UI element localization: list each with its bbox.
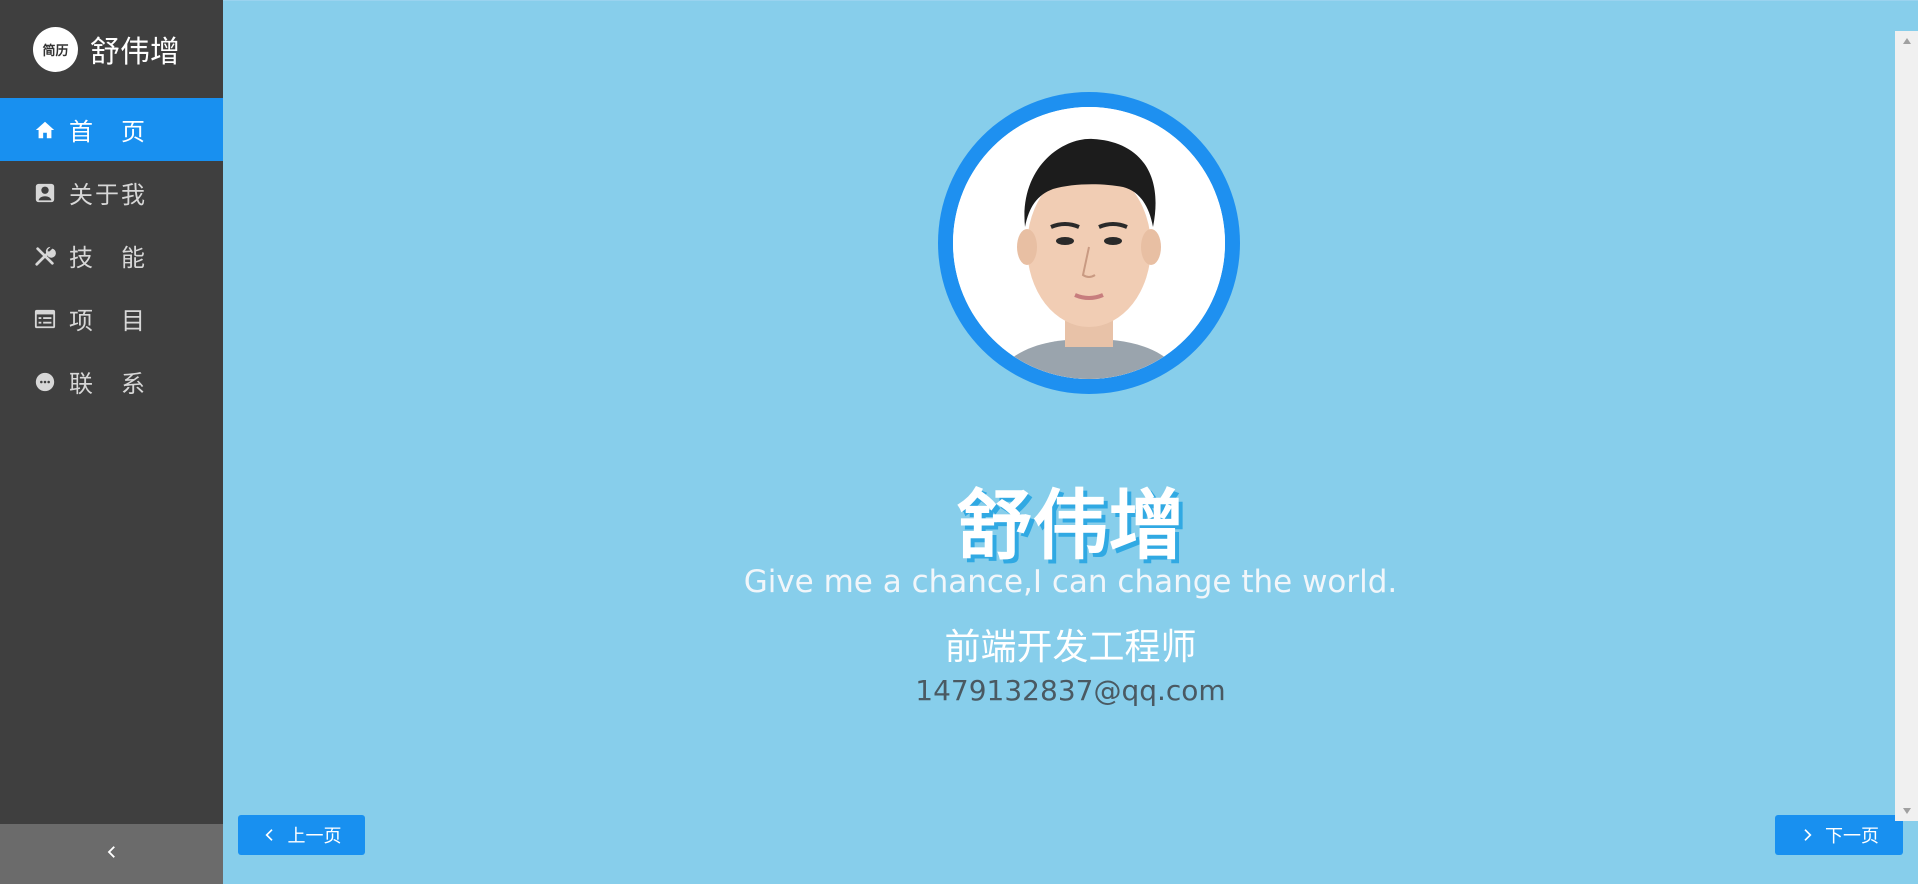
brand-logo-text: 简历 xyxy=(42,43,69,59)
chevron-left-icon xyxy=(264,829,273,841)
chevron-right-icon xyxy=(1804,829,1812,841)
brand-name: 舒伟增 xyxy=(90,35,180,70)
sidebar-item-label: 首 页 xyxy=(69,118,147,146)
app-root: 简历 舒伟增 首 页 关于我 技 能 项 目 联 系 舒伟增 Give me a… xyxy=(0,0,1918,884)
hero-tagline: Give me a chance,I can change the world. xyxy=(743,564,1398,600)
sidebar-item-label: 联 系 xyxy=(69,370,147,398)
next-page-button[interactable]: 下一页 xyxy=(1775,815,1903,855)
profile-avatar xyxy=(938,92,1240,394)
sidebar-item-label: 技 能 xyxy=(69,244,147,272)
home-icon xyxy=(33,118,57,142)
brand-logo: 简历 xyxy=(33,26,78,72)
sidebar-item-label: 项 目 xyxy=(69,307,147,335)
tools-icon xyxy=(33,244,57,268)
chat-icon xyxy=(33,370,57,394)
sidebar-item-home[interactable]: 首 页 xyxy=(0,98,223,161)
user-card-icon xyxy=(33,181,57,205)
prev-page-button[interactable]: 上一页 xyxy=(238,815,365,855)
prev-page-label: 上一页 xyxy=(287,826,342,847)
profile-photo xyxy=(953,107,1225,379)
sidebar-item-contact[interactable]: 联 系 xyxy=(0,350,223,413)
sidebar-item-skills[interactable]: 技 能 xyxy=(0,224,223,287)
sidebar-item-about[interactable]: 关于我 xyxy=(0,161,223,224)
chevron-left-icon xyxy=(103,843,121,865)
scroll-up-icon[interactable] xyxy=(1895,33,1918,49)
next-page-label: 下一页 xyxy=(1825,826,1879,847)
vertical-scrollbar[interactable] xyxy=(1895,31,1918,821)
brand: 简历 舒伟增 xyxy=(0,0,223,98)
sidebar-item-projects[interactable]: 项 目 xyxy=(0,287,223,350)
hero-name: 舒伟增 xyxy=(956,481,1185,570)
hero-email: 1479132837@qq.com xyxy=(915,674,1226,707)
main-content: 舒伟增 Give me a chance,I can change the wo… xyxy=(223,0,1918,884)
scroll-down-icon[interactable] xyxy=(1895,803,1918,819)
collapse-sidebar-button[interactable] xyxy=(0,824,223,884)
sidebar: 简历 舒伟增 首 页 关于我 技 能 项 目 联 系 xyxy=(0,0,223,884)
sidebar-item-label: 关于我 xyxy=(69,181,147,209)
hero-role: 前端开发工程师 xyxy=(944,627,1197,668)
sidebar-nav: 首 页 关于我 技 能 项 目 联 系 xyxy=(0,98,223,413)
list-icon xyxy=(33,307,57,331)
